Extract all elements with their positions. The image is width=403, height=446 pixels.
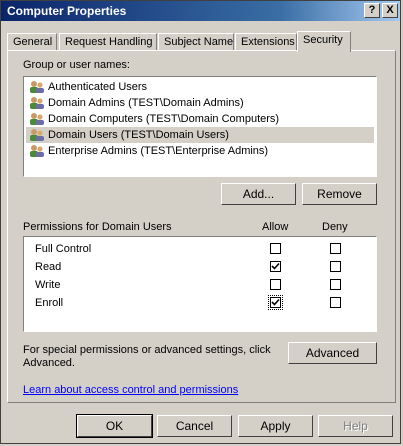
users-icon	[30, 129, 44, 141]
advanced-button[interactable]: Advanced	[288, 342, 377, 364]
users-icon	[30, 113, 44, 125]
checkmark-icon	[271, 262, 280, 270]
enroll-deny-checkbox[interactable]	[330, 297, 341, 308]
allow-header: Allow	[262, 221, 289, 233]
apply-button[interactable]: Apply	[238, 415, 313, 437]
read-deny-checkbox[interactable]	[330, 261, 341, 272]
users-icon	[30, 145, 44, 157]
tab-subject-name[interactable]: Subject Name	[158, 33, 234, 51]
group-user-list[interactable]: Authenticated Users Domain Admins (TEST\…	[23, 76, 377, 177]
permission-row-full-control: Full Control	[35, 243, 92, 255]
list-item-label: Domain Users (TEST\Domain Users)	[48, 129, 229, 141]
advanced-hint-line2: Advanced.	[23, 357, 75, 369]
help-button[interactable]: Help	[318, 415, 393, 437]
help-title-button[interactable]: ?	[364, 3, 380, 18]
enroll-allow-checkbox[interactable]	[268, 295, 283, 310]
tab-extensions[interactable]: Extensions	[235, 33, 297, 51]
remove-button[interactable]: Remove	[302, 183, 377, 205]
list-item-authenticated-users[interactable]: Authenticated Users	[26, 79, 374, 95]
permission-row-read: Read	[35, 261, 62, 273]
access-control-help-link[interactable]: Learn about access control and permissio…	[23, 384, 238, 396]
permission-row-enroll: Enroll	[35, 297, 64, 309]
permissions-label: Permissions for Domain Users	[23, 221, 172, 233]
window-title: Computer Properties	[7, 4, 127, 18]
list-item-domain-users[interactable]: Domain Users (TEST\Domain Users)	[26, 127, 374, 143]
permissions-list: Full Control Read Write Enroll	[23, 236, 377, 332]
list-item-label: Authenticated Users	[48, 81, 148, 93]
full-control-allow-checkbox[interactable]	[270, 243, 281, 254]
list-item-label: Enterprise Admins (TEST\Enterprise Admin…	[48, 145, 269, 157]
permission-row-write: Write	[35, 279, 61, 291]
list-item-enterprise-admins[interactable]: Enterprise Admins (TEST\Enterprise Admin…	[26, 143, 374, 159]
list-item-domain-computers[interactable]: Domain Computers (TEST\Domain Computers)	[26, 111, 374, 127]
deny-header: Deny	[322, 221, 348, 233]
users-icon	[30, 97, 44, 109]
list-item-domain-admins[interactable]: Domain Admins (TEST\Domain Admins)	[26, 95, 374, 111]
groups-label: Group or user names:	[23, 59, 130, 71]
checkmark-icon	[271, 298, 280, 306]
list-item-label: Domain Computers (TEST\Domain Computers)	[48, 113, 280, 125]
tab-security[interactable]: Security	[297, 31, 351, 52]
users-icon	[30, 81, 44, 93]
cancel-button[interactable]: Cancel	[157, 415, 232, 437]
properties-dialog: Computer Properties ? X General Request …	[0, 0, 401, 444]
ok-button[interactable]: OK	[76, 414, 153, 438]
full-control-deny-checkbox[interactable]	[330, 243, 341, 254]
write-deny-checkbox[interactable]	[330, 279, 341, 290]
list-item-label: Domain Admins (TEST\Domain Admins)	[48, 97, 244, 109]
tab-request-handling[interactable]: Request Handling	[59, 33, 157, 51]
tab-general[interactable]: General	[7, 33, 57, 51]
read-allow-checkbox[interactable]	[270, 261, 281, 272]
add-button[interactable]: Add...	[221, 183, 296, 205]
title-bar[interactable]: Computer Properties ? X	[1, 1, 400, 21]
write-allow-checkbox[interactable]	[270, 279, 281, 290]
close-button[interactable]: X	[382, 3, 398, 18]
advanced-hint-line1: For special permissions or advanced sett…	[23, 344, 271, 356]
